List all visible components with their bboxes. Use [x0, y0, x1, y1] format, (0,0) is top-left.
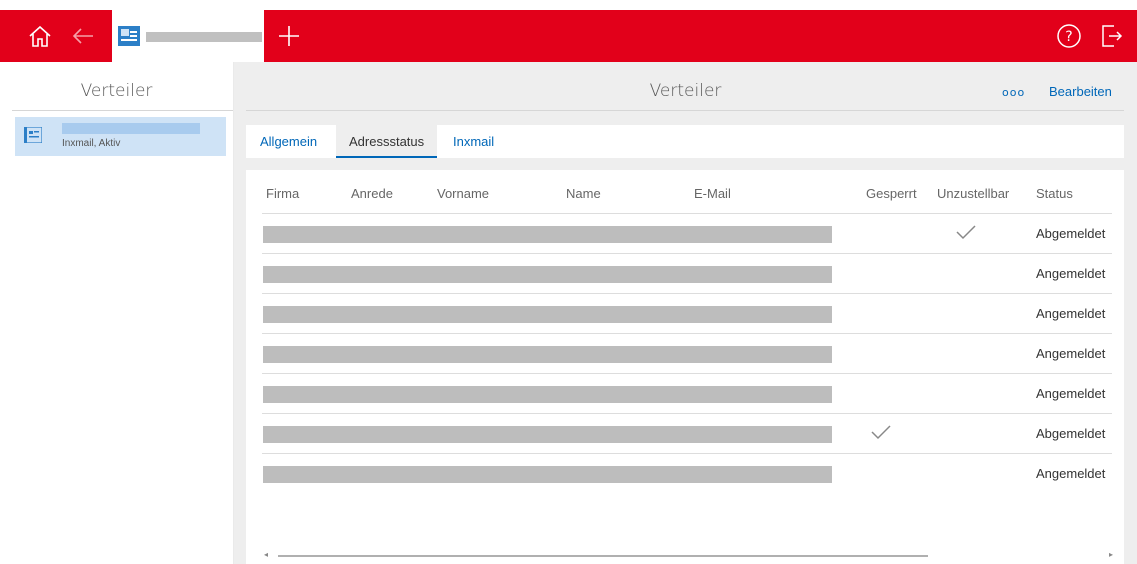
main-panel: Verteiler ooo Bearbeiten Allgemein Adres…: [234, 62, 1137, 564]
redacted-row-content: [263, 426, 832, 443]
back-arrow-icon[interactable]: [66, 10, 100, 62]
tab-adressstatus[interactable]: Adressstatus: [336, 125, 438, 158]
edit-button[interactable]: Bearbeiten: [1049, 84, 1112, 99]
redacted-row-content: [263, 266, 832, 283]
redacted-tab-title: [146, 32, 262, 42]
header-divider: [246, 110, 1124, 111]
cut-off-heading: [0, 0, 1137, 10]
redacted-row-content: [263, 466, 832, 483]
svg-text:?: ?: [1065, 29, 1072, 45]
left-panel-title: Verteiler: [80, 81, 153, 101]
table-row[interactable]: Angemeldet: [262, 453, 1112, 493]
row-status: Angemeldet: [1036, 466, 1106, 481]
redacted-row-content: [263, 346, 832, 363]
table-row[interactable]: Abgemeldet: [262, 413, 1112, 453]
left-panel-divider: [12, 110, 233, 111]
list-item-verteiler[interactable]: Inxmail, Aktiv: [15, 117, 226, 156]
row-status: Angemeldet: [1036, 306, 1106, 321]
column-header-firma[interactable]: Firma: [266, 186, 299, 201]
row-status: Abgemeldet: [1036, 226, 1106, 241]
list-item-subtitle: Inxmail, Aktiv: [62, 138, 121, 149]
row-status: Angemeldet: [1036, 266, 1106, 281]
scroll-left-icon[interactable]: ◂: [264, 550, 268, 559]
redacted-row-content: [263, 226, 832, 243]
table-row[interactable]: Abgemeldet: [262, 213, 1112, 253]
logout-icon[interactable]: [1092, 10, 1128, 62]
column-header-gesperrt[interactable]: Gesperrt: [866, 186, 917, 201]
more-options-button[interactable]: ooo: [1002, 86, 1025, 99]
column-header-anrede[interactable]: Anrede: [351, 186, 393, 201]
row-status: Angemeldet: [1036, 386, 1106, 401]
distribution-list-icon: [23, 126, 43, 144]
tab-allgemein[interactable]: Allgemein: [260, 125, 317, 158]
open-record-tab[interactable]: [112, 10, 264, 62]
redacted-row-content: [263, 306, 832, 323]
scroll-right-icon[interactable]: ▸: [1109, 550, 1113, 559]
column-header-name[interactable]: Name: [566, 186, 601, 201]
row-status: Angemeldet: [1036, 346, 1106, 361]
table-row[interactable]: Angemeldet: [262, 293, 1112, 333]
table-row[interactable]: Angemeldet: [262, 253, 1112, 293]
table-row[interactable]: Angemeldet: [262, 373, 1112, 413]
horizontal-scrollbar[interactable]: ◂ ▸: [264, 550, 1124, 559]
column-header-vorname[interactable]: Vorname: [437, 186, 489, 201]
unzustellbar-check-icon: [956, 224, 976, 240]
scrollbar-thumb[interactable]: [278, 555, 928, 557]
redacted-list-item-title: [62, 123, 200, 134]
tab-bar: Allgemein Adressstatus Inxmail: [246, 125, 1124, 158]
column-header-status[interactable]: Status: [1036, 186, 1073, 201]
row-status: Abgemeldet: [1036, 426, 1106, 441]
address-table: Firma Anrede Vorname Name E-Mail Gesperr…: [246, 170, 1124, 564]
home-icon[interactable]: [22, 10, 58, 62]
table-row[interactable]: Angemeldet: [262, 333, 1112, 373]
help-icon[interactable]: ?: [1052, 10, 1086, 62]
column-header-unzustellbar[interactable]: Unzustellbar: [937, 186, 1009, 201]
redacted-row-content: [263, 386, 832, 403]
column-header-email[interactable]: E-Mail: [694, 186, 731, 201]
add-tab-icon[interactable]: [272, 10, 306, 62]
distribution-list-icon: [118, 26, 140, 46]
gesperrt-check-icon: [871, 424, 891, 440]
tab-inxmail[interactable]: Inxmail: [453, 125, 494, 158]
left-panel: Verteiler Inxmail, Aktiv: [0, 62, 233, 564]
